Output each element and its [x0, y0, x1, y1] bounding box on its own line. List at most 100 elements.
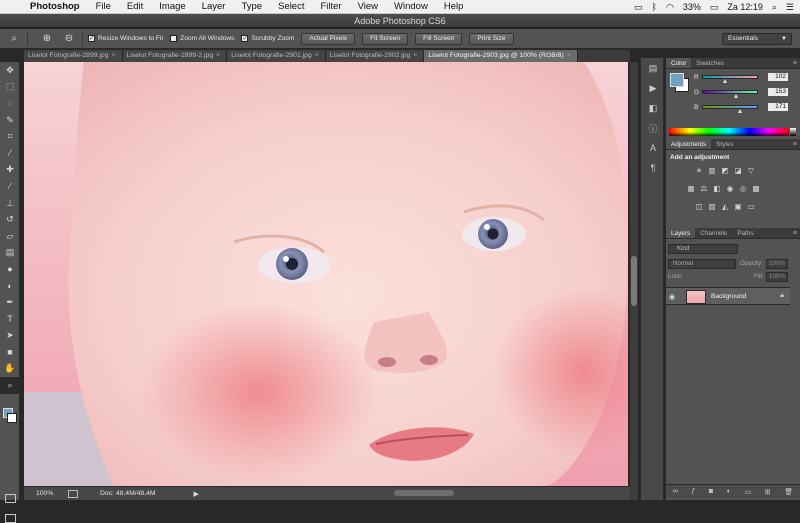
- background-color-swatch[interactable]: [7, 413, 17, 423]
- pen-tool-icon[interactable]: ✒: [0, 294, 20, 311]
- path-selection-tool-icon[interactable]: ➤: [0, 328, 20, 345]
- menu-select[interactable]: Select: [270, 1, 312, 12]
- clock[interactable]: Za 12:19: [727, 2, 763, 12]
- crop-tool-icon[interactable]: ⌗: [0, 128, 20, 145]
- color-panel-foreground-swatch[interactable]: [670, 73, 684, 87]
- zoom-in-icon[interactable]: ⊕: [39, 32, 55, 46]
- tab-swatches[interactable]: Swatches: [691, 58, 729, 68]
- tab-adjustments[interactable]: Adjustments: [666, 139, 712, 149]
- menu-edit[interactable]: Edit: [119, 1, 151, 12]
- doc-tab-active[interactable]: Liselot Fotografie-2903.jpg @ 100% (RGB/…: [424, 50, 578, 62]
- status-info-icon[interactable]: [68, 489, 78, 498]
- workspace-select[interactable]: Essentials ▼: [722, 33, 792, 45]
- properties-panel-icon[interactable]: ◧: [641, 98, 665, 118]
- scrollbar-thumb[interactable]: [631, 256, 637, 306]
- bluetooth-icon[interactable]: ᛒ: [652, 2, 657, 12]
- quick-mask-icon[interactable]: [5, 494, 16, 503]
- menu-help[interactable]: Help: [436, 1, 472, 12]
- blue-value[interactable]: 171: [768, 103, 788, 111]
- new-adjustment-icon[interactable]: ◐: [727, 488, 731, 495]
- history-panel-icon[interactable]: ▤: [641, 58, 665, 78]
- fit-screen-button[interactable]: Fit Screen: [362, 32, 409, 45]
- paragraph-panel-icon[interactable]: ¶: [641, 158, 665, 178]
- new-layer-icon[interactable]: ⊞: [765, 488, 771, 496]
- color-spectrum-ramp[interactable]: [669, 128, 789, 136]
- doc-tab[interactable]: Liselot Fotografie-2899.jpg ×: [24, 50, 123, 62]
- quick-selection-tool-icon[interactable]: ✎: [0, 112, 20, 129]
- menu-view[interactable]: View: [350, 1, 386, 12]
- history-brush-tool-icon[interactable]: ↺: [0, 211, 20, 228]
- tab-paths[interactable]: Paths: [732, 228, 758, 238]
- visibility-eye-icon[interactable]: ◉: [669, 293, 675, 301]
- menu-file[interactable]: File: [88, 1, 119, 12]
- red-slider[interactable]: [702, 75, 758, 79]
- close-icon[interactable]: ×: [567, 50, 571, 62]
- close-icon[interactable]: ×: [111, 50, 115, 62]
- red-slider-handle[interactable]: [723, 79, 727, 83]
- zoom-tool-preset-icon[interactable]: ⌕: [6, 32, 22, 46]
- spotlight-icon[interactable]: ⌕: [772, 2, 777, 13]
- eyedropper-tool-icon[interactable]: ⁄: [0, 145, 20, 162]
- battery-percent[interactable]: 33%: [683, 2, 701, 12]
- print-size-button[interactable]: Print Size: [469, 32, 514, 45]
- menu-layer[interactable]: Layer: [194, 1, 234, 12]
- close-icon[interactable]: ×: [216, 50, 220, 62]
- gradient-map-icon[interactable]: ▭: [746, 202, 756, 211]
- actions-panel-icon[interactable]: ▶: [641, 78, 665, 98]
- doc-tab[interactable]: Liselot Fotografie-2901.jpg ×: [227, 50, 326, 62]
- trash-icon[interactable]: 🗑︎: [784, 488, 793, 496]
- lasso-tool-icon[interactable]: ◌: [0, 95, 20, 112]
- tab-color[interactable]: Color: [666, 58, 692, 68]
- tab-channels[interactable]: Channels: [695, 228, 732, 238]
- dodge-tool-icon[interactable]: ◐: [0, 278, 20, 295]
- posterize-icon[interactable]: ▨: [707, 202, 717, 211]
- green-value[interactable]: 153: [768, 88, 788, 96]
- battery-icon[interactable]: ▭: [710, 2, 719, 13]
- blue-slider[interactable]: [702, 105, 758, 109]
- curves-icon[interactable]: ◩: [720, 166, 730, 175]
- photo-filter-icon[interactable]: ◉: [725, 184, 735, 193]
- fill-screen-button[interactable]: Fill Screen: [415, 32, 463, 45]
- menu-window[interactable]: Window: [386, 1, 436, 12]
- exposure-icon[interactable]: ◪: [733, 166, 743, 175]
- layer-filter-kind-select[interactable]: Kind: [668, 244, 738, 254]
- move-tool-icon[interactable]: ✥: [0, 62, 20, 79]
- actual-pixels-button[interactable]: Actual Pixels: [301, 32, 356, 45]
- brush-tool-icon[interactable]: ∕: [0, 178, 20, 195]
- tab-layers[interactable]: Layers: [666, 228, 696, 238]
- layer-row-background[interactable]: ◉ Background 🔒︎: [666, 287, 790, 305]
- horizontal-scrollbar[interactable]: [394, 490, 454, 496]
- type-tool-icon[interactable]: T: [0, 311, 20, 328]
- hand-tool-icon[interactable]: ✋: [0, 361, 20, 378]
- healing-brush-tool-icon[interactable]: ✚: [0, 162, 20, 179]
- blur-tool-icon[interactable]: ●: [0, 261, 20, 278]
- selective-color-icon[interactable]: ▣: [733, 202, 743, 211]
- app-menu[interactable]: Photoshop: [26, 1, 88, 12]
- resize-windows-checkbox[interactable]: ✓ Resize Windows to Fit: [88, 35, 163, 42]
- close-icon[interactable]: ×: [413, 50, 417, 62]
- blue-slider-handle[interactable]: [738, 109, 742, 113]
- black-white-ramp[interactable]: [790, 128, 796, 136]
- scrubby-zoom-checkbox[interactable]: ✓ Scrubby Zoom: [241, 35, 294, 42]
- green-slider-handle[interactable]: [734, 94, 738, 98]
- zoom-all-windows-checkbox[interactable]: Zoom All Windows: [170, 35, 234, 42]
- hue-saturation-icon[interactable]: ▦: [686, 184, 696, 193]
- play-arrow-icon[interactable]: ▶: [194, 490, 199, 498]
- vertical-scrollbar[interactable]: [630, 62, 638, 500]
- gradient-tool-icon[interactable]: ▤: [0, 245, 20, 262]
- fill-input[interactable]: 100%: [766, 272, 788, 282]
- menu-filter[interactable]: Filter: [312, 1, 349, 12]
- eraser-tool-icon[interactable]: ▱: [0, 228, 20, 245]
- new-group-icon[interactable]: ▭: [745, 488, 752, 496]
- black-white-icon[interactable]: ◧: [712, 184, 722, 193]
- shape-tool-icon[interactable]: ■: [0, 344, 20, 361]
- close-icon[interactable]: ×: [315, 50, 319, 62]
- menu-image[interactable]: Image: [151, 1, 193, 12]
- channel-mixer-icon[interactable]: ◎: [738, 184, 748, 193]
- threshold-icon[interactable]: ◭: [720, 202, 730, 211]
- zoom-tool-icon[interactable]: ⌕: [0, 377, 20, 394]
- screen-mode-icon[interactable]: [5, 514, 16, 523]
- zoom-out-icon[interactable]: ⊖: [61, 32, 77, 46]
- notification-center-icon[interactable]: ☰: [786, 2, 794, 13]
- add-mask-icon[interactable]: ◙: [709, 488, 713, 495]
